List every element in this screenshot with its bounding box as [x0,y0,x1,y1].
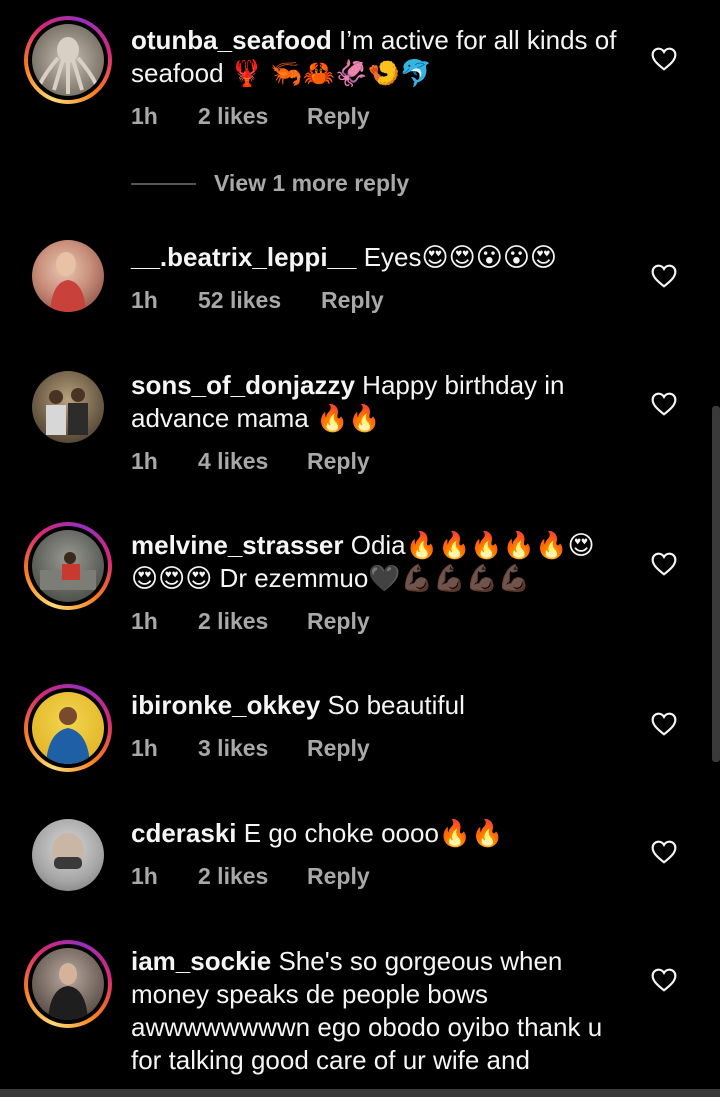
comment-username[interactable]: cderaski [131,818,237,848]
reply-button[interactable]: Reply [307,735,370,762]
people-avatar-image [46,388,88,435]
avatar-container[interactable] [24,811,112,899]
comment-username[interactable]: sons_of_donjazzy [131,370,355,400]
comment-username[interactable]: __.beatrix_leppi__ [131,242,356,272]
person-avatar-image [50,252,86,312]
comment-likes[interactable]: 4 likes [198,448,307,475]
avatar[interactable] [32,530,104,602]
person-avatar-image [48,963,88,1020]
reply-button[interactable]: Reply [307,608,370,635]
reply-button[interactable]: Reply [307,863,370,890]
heart-outline-icon[interactable] [651,840,677,864]
comment-time: 1h [131,287,158,313]
heart-outline-icon[interactable] [651,712,677,736]
comment-likes[interactable]: 2 likes [198,863,307,890]
avatar-story-ring[interactable] [24,16,112,104]
scrollbar[interactable] [712,406,720,762]
avatar-story-ring[interactable] [24,684,112,772]
heart-outline-icon[interactable] [651,552,677,576]
avatar-container[interactable] [24,232,112,320]
bottom-navigation-edge [0,1089,720,1097]
comment-username[interactable]: otunba_seafood [131,25,332,55]
divider-line [131,182,196,185]
comment-time: 1h [131,735,158,761]
comment-time: 1h [131,863,158,889]
avatar[interactable] [32,948,104,1020]
comment-time: 1h [131,103,158,129]
avatar[interactable] [32,819,104,891]
comment-text: So beautiful [327,690,465,720]
person-avatar-image [52,833,84,869]
person-avatar-image [46,707,90,764]
avatar[interactable] [32,240,104,312]
comment-likes[interactable]: 3 likes [198,735,307,762]
comment-likes[interactable]: 52 likes [198,287,321,314]
comment-time: 1h [131,448,158,474]
heart-outline-icon[interactable] [651,47,677,71]
comment-username[interactable]: ibironke_okkey [131,690,320,720]
comment-text: E go choke oooo🔥🔥 [243,818,504,848]
avatar[interactable] [32,692,104,764]
comment-likes[interactable]: 2 likes [198,103,307,130]
comment-likes[interactable]: 2 likes [198,608,307,635]
person-avatar-image [40,552,96,590]
reply-button[interactable]: Reply [307,103,370,130]
view-more-replies-label: View 1 more reply [214,170,410,196]
avatar-story-ring[interactable] [24,522,112,610]
heart-outline-icon[interactable] [651,264,677,288]
comment-username[interactable]: melvine_strasser [131,530,343,560]
comment-time: 1h [131,608,158,634]
view-more-replies-button[interactable]: View 1 more reply [131,170,409,197]
reply-button[interactable]: Reply [321,287,384,314]
comment-text: Eyes😍😍😮😮😍 [363,242,558,272]
avatar[interactable] [32,24,104,96]
octopus-avatar-image [38,37,98,94]
heart-outline-icon[interactable] [651,968,677,992]
avatar-story-ring[interactable] [24,940,112,1028]
reply-button[interactable]: Reply [307,448,370,475]
avatar-container[interactable] [24,363,112,451]
avatar[interactable] [32,371,104,443]
comment-username[interactable]: iam_sockie [131,946,271,976]
heart-outline-icon[interactable] [651,392,677,416]
